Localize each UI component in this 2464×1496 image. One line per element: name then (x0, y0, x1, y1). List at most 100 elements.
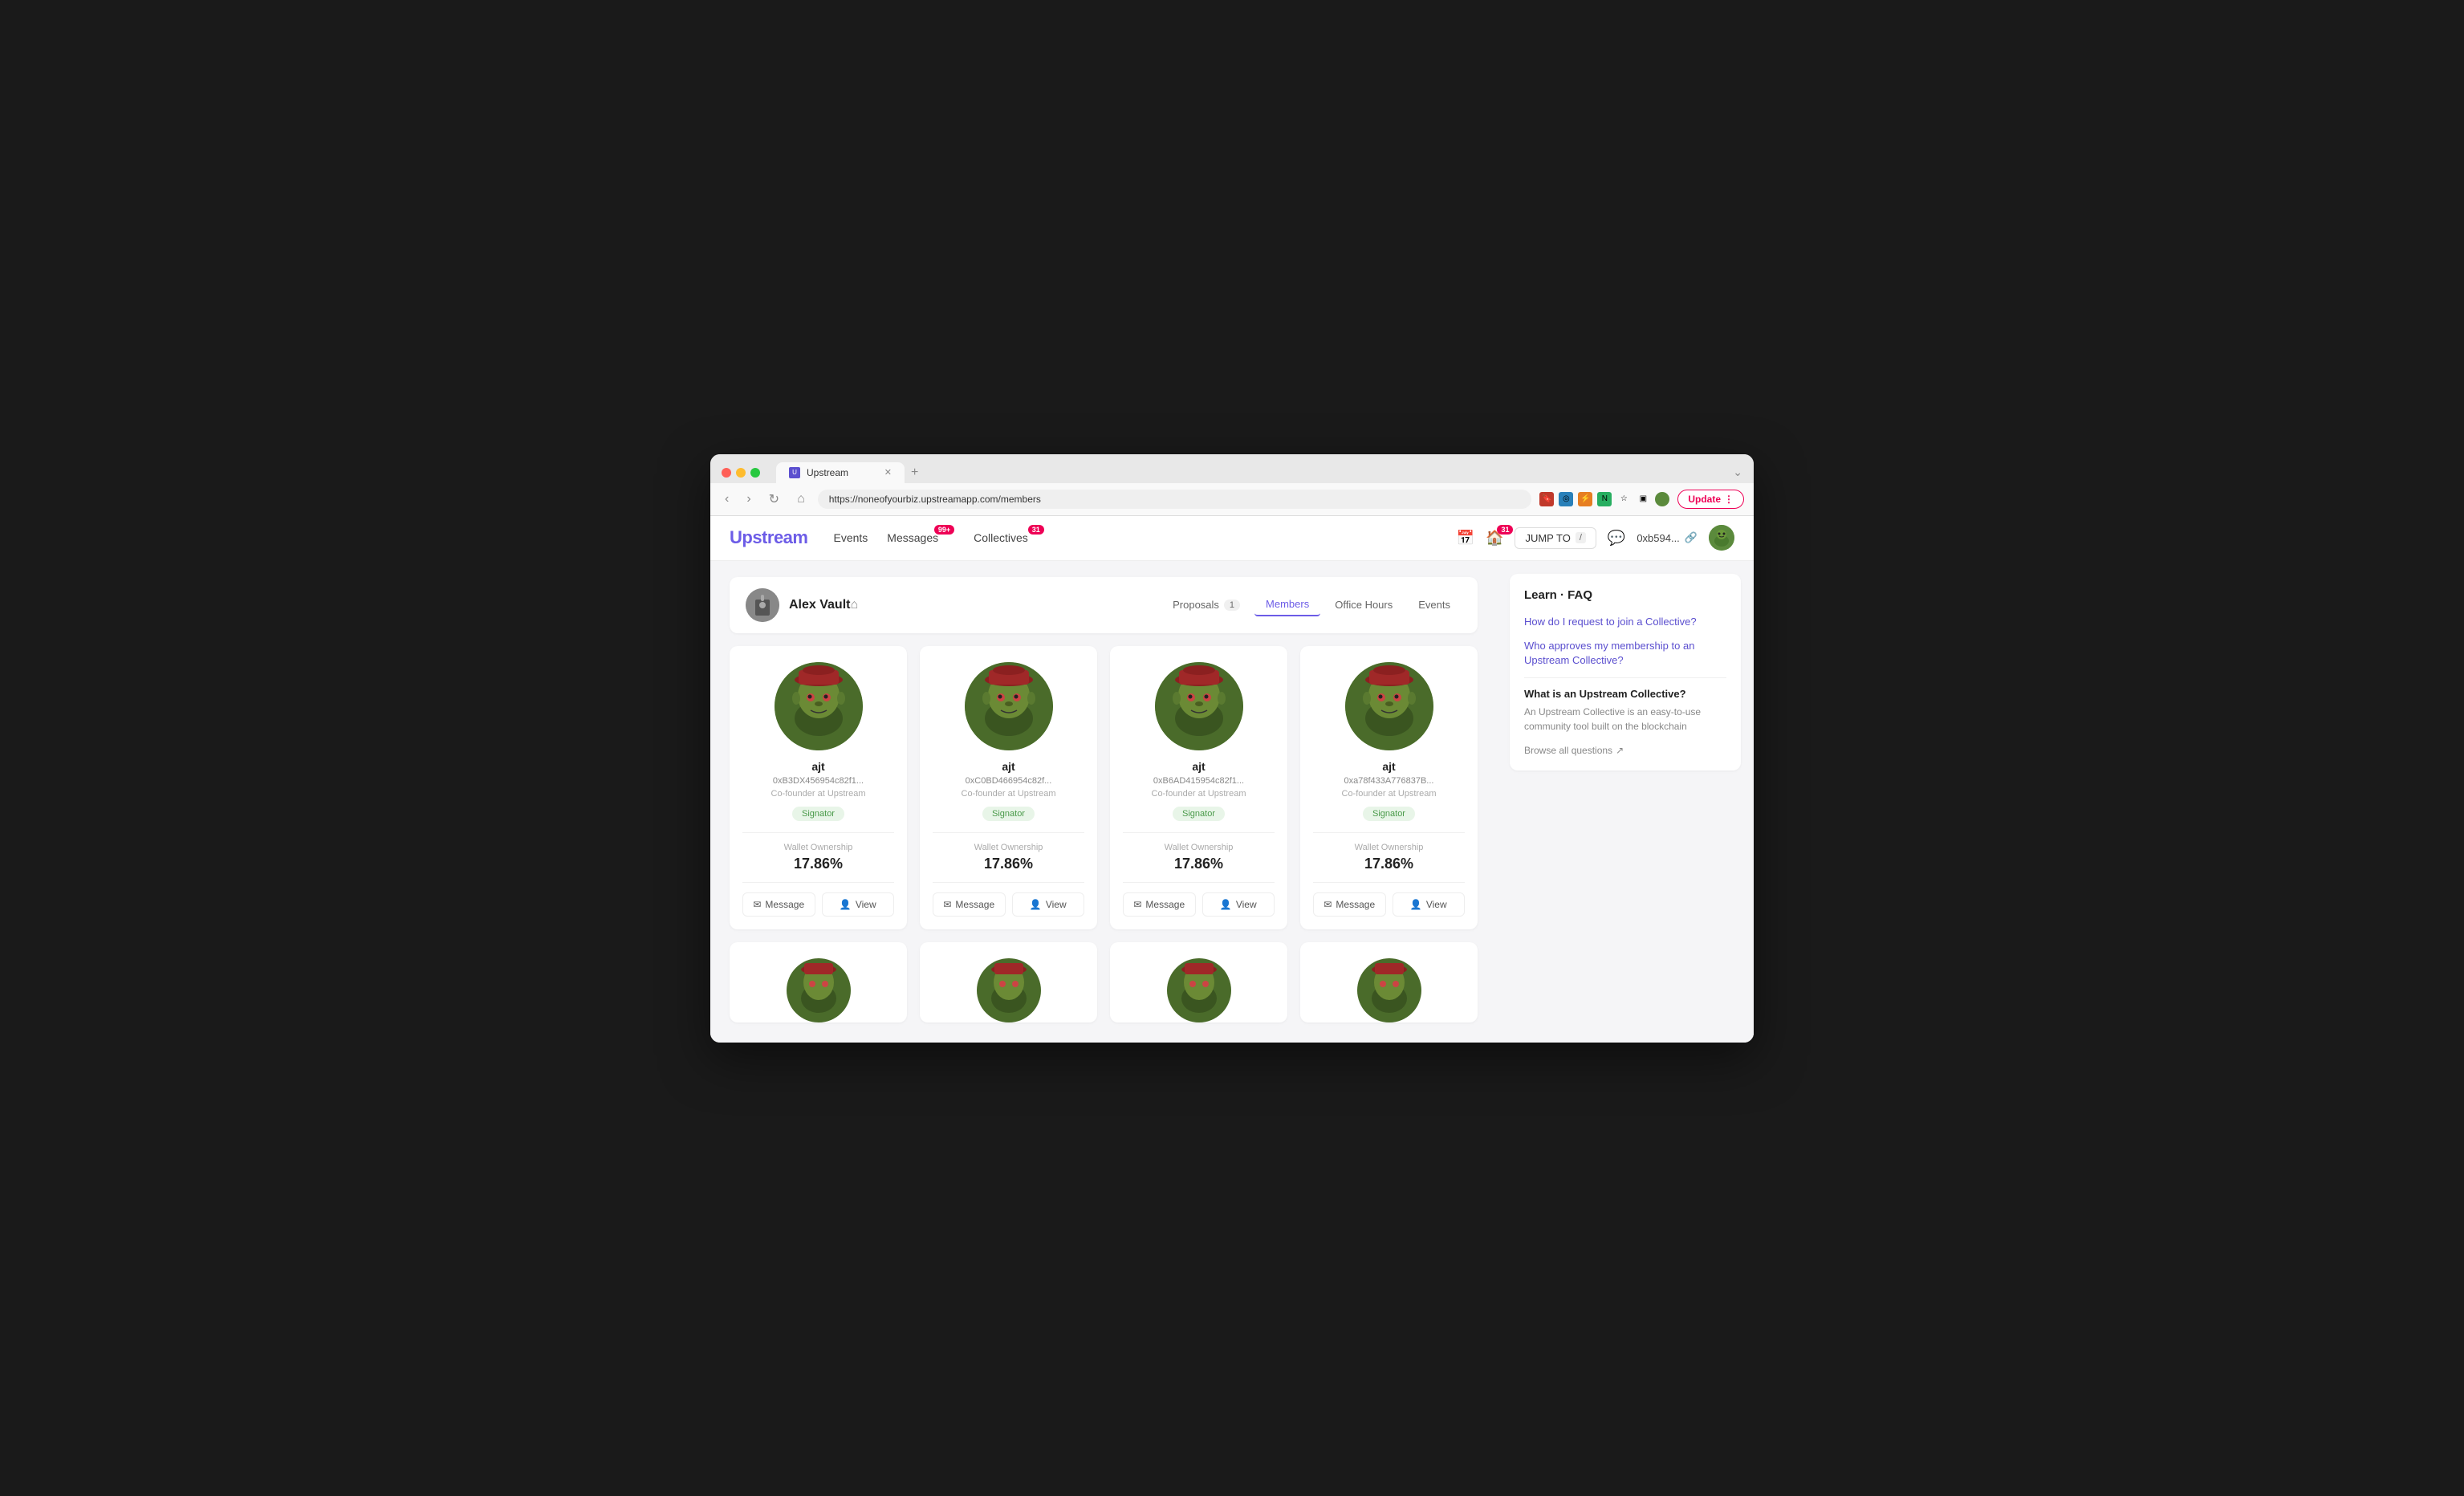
title-bar: U Upstream ✕ + ⌄ (710, 454, 1754, 483)
member-avatar-3 (1345, 662, 1433, 750)
home-notification-button[interactable]: 🏠 31 (1486, 530, 1503, 547)
member-address-1: 0xC0BD466954c82f... (966, 776, 1052, 786)
url-bar[interactable]: https://noneofyourbiz.upstreamapp.com/me… (818, 490, 1532, 509)
reload-button[interactable]: ↻ (764, 490, 784, 509)
partial-avatar-1 (977, 958, 1041, 1022)
external-link-icon: ↗ (1616, 745, 1624, 756)
tab-office-hours[interactable]: Office Hours (1323, 594, 1404, 616)
view-icon-2: 👤 (1220, 899, 1232, 910)
partial-avatar-3 (1357, 958, 1421, 1022)
tab-title: Upstream (807, 467, 848, 478)
user-avatar[interactable] (1709, 525, 1734, 551)
message-icon-0: ✉ (753, 899, 761, 910)
member-username-0: ajt (811, 760, 824, 773)
wallet-ownership-section-0: Wallet Ownership 17.86% (742, 832, 894, 882)
ext-icon-4[interactable]: N (1597, 492, 1612, 506)
wallet-pct-1: 17.86% (933, 856, 1084, 872)
nav-events[interactable]: Events (833, 531, 868, 544)
member-actions-0: ✉ Message 👤 View (742, 882, 894, 917)
active-tab[interactable]: U Upstream ✕ (776, 462, 905, 483)
address-bar: ‹ › ↻ ⌂ https://noneofyourbiz.upstreamap… (710, 483, 1754, 516)
faq-question-1[interactable]: Who approves my membership to an Upstrea… (1524, 639, 1726, 668)
close-traffic-light[interactable] (722, 468, 731, 478)
forward-button[interactable]: › (742, 490, 755, 508)
faq-divider (1524, 677, 1726, 678)
member-actions-2: ✉ Message 👤 View (1123, 882, 1275, 917)
browse-all-link[interactable]: Browse all questions ↗ (1524, 745, 1726, 756)
partial-avatar-2 (1167, 958, 1231, 1022)
calendar-button[interactable]: 📅 (1457, 530, 1474, 547)
tab-proposals[interactable]: Proposals 1 (1161, 594, 1251, 616)
member-address-2: 0xB6AD415954c82f1... (1153, 776, 1244, 786)
wallet-pct-3: 17.86% (1313, 856, 1465, 872)
window-controls-right: ⌄ (1733, 465, 1742, 479)
vault-tabs: Proposals 1 Members Office Hours Events (1161, 593, 1462, 616)
faq-question-0[interactable]: How do I request to join a Collective? (1524, 615, 1726, 629)
collectives-badge: 31 (1028, 525, 1044, 535)
tab-members[interactable]: Members (1254, 593, 1320, 616)
wallet-ownership-section-2: Wallet Ownership 17.86% (1123, 832, 1275, 882)
vault-home-icon[interactable]: ⌂ (850, 598, 858, 612)
nav-messages[interactable]: Messages 99+ (887, 531, 938, 544)
tab-events[interactable]: Events (1407, 594, 1462, 616)
member-title-3: Co-founder at Upstream (1342, 789, 1437, 799)
members-grid: ajt 0xB3DX456954c82f1... Co-founder at U… (730, 646, 1478, 929)
message-icon-1: ✉ (943, 899, 951, 910)
chat-button[interactable]: 💬 (1608, 530, 1625, 547)
member-badge-1: Signator (982, 807, 1035, 821)
home-button[interactable]: ⌂ (792, 490, 810, 508)
member-address-3: 0xa78f433A776837B... (1344, 776, 1434, 786)
ext-icon-1[interactable]: 🔖 (1539, 492, 1554, 506)
faq-card: Learn · FAQ How do I request to join a C… (1510, 574, 1741, 771)
nav-collectives[interactable]: Collectives 31 (974, 531, 1028, 544)
member-card-2: ajt 0xB6AD415954c82f1... Co-founder at U… (1110, 646, 1287, 929)
view-icon-0: 👤 (840, 899, 852, 910)
jump-to-button[interactable]: JUMP TO / (1515, 527, 1596, 549)
content-area: Alex Vault ⌂ Proposals 1 Members Office … (710, 561, 1497, 1043)
tab-favicon: U (789, 467, 800, 478)
ext-icon-6[interactable]: ▣ (1636, 492, 1650, 506)
member-actions-3: ✉ Message 👤 View (1313, 882, 1465, 917)
fullscreen-traffic-light[interactable] (750, 468, 760, 478)
home-badge: 31 (1497, 525, 1513, 535)
ext-icon-5[interactable]: ☆ (1616, 492, 1631, 506)
messages-badge: 99+ (934, 525, 954, 535)
faq-title: Learn · FAQ (1524, 588, 1726, 602)
member-card-partial-2 (1110, 942, 1287, 1022)
main-content: Alex Vault ⌂ Proposals 1 Members Office … (710, 561, 1754, 1043)
wallet-pct-2: 17.86% (1123, 856, 1275, 872)
view-button-1[interactable]: 👤 View (1012, 892, 1085, 917)
members-grid-row2 (730, 942, 1478, 1022)
member-address-0: 0xB3DX456954c82f1... (773, 776, 864, 786)
wallet-label-3: Wallet Ownership (1313, 843, 1465, 852)
view-button-2[interactable]: 👤 View (1202, 892, 1275, 917)
ext-icon-3[interactable]: ⚡ (1578, 492, 1592, 506)
new-tab-button[interactable]: + (905, 462, 925, 483)
vault-header: Alex Vault ⌂ Proposals 1 Members Office … (730, 577, 1478, 633)
view-button-3[interactable]: 👤 View (1393, 892, 1466, 917)
member-card-1: ajt 0xC0BD466954c82f... Co-founder at Up… (920, 646, 1097, 929)
faq-featured-answer: An Upstream Collective is an easy-to-use… (1524, 705, 1726, 734)
user-profile-small[interactable] (1655, 492, 1669, 506)
minimize-traffic-light[interactable] (736, 468, 746, 478)
ext-icon-2[interactable]: ◎ (1559, 492, 1573, 506)
message-button-0[interactable]: ✉ Message (742, 892, 815, 917)
proposals-count: 1 (1224, 600, 1240, 611)
member-avatar-1 (965, 662, 1053, 750)
vault-name: Alex Vault (789, 598, 850, 612)
back-button[interactable]: ‹ (720, 490, 734, 508)
faq-featured-question: What is an Upstream Collective? (1524, 688, 1726, 700)
member-avatar-0 (775, 662, 863, 750)
tab-close-button[interactable]: ✕ (884, 467, 892, 478)
vault-avatar (746, 588, 779, 622)
copy-icon[interactable]: 🔗 (1685, 531, 1698, 544)
message-button-2[interactable]: ✉ Message (1123, 892, 1196, 917)
message-button-1[interactable]: ✉ Message (933, 892, 1006, 917)
message-icon-3: ✉ (1323, 899, 1332, 910)
main-nav: Events Messages 99+ Collectives 31 (833, 531, 1043, 544)
view-button-0[interactable]: 👤 View (822, 892, 895, 917)
member-title-2: Co-founder at Upstream (1152, 789, 1246, 799)
message-button-3[interactable]: ✉ Message (1313, 892, 1386, 917)
update-button[interactable]: Update ⋮ (1677, 490, 1744, 509)
app-logo[interactable]: Upstream (730, 527, 807, 548)
